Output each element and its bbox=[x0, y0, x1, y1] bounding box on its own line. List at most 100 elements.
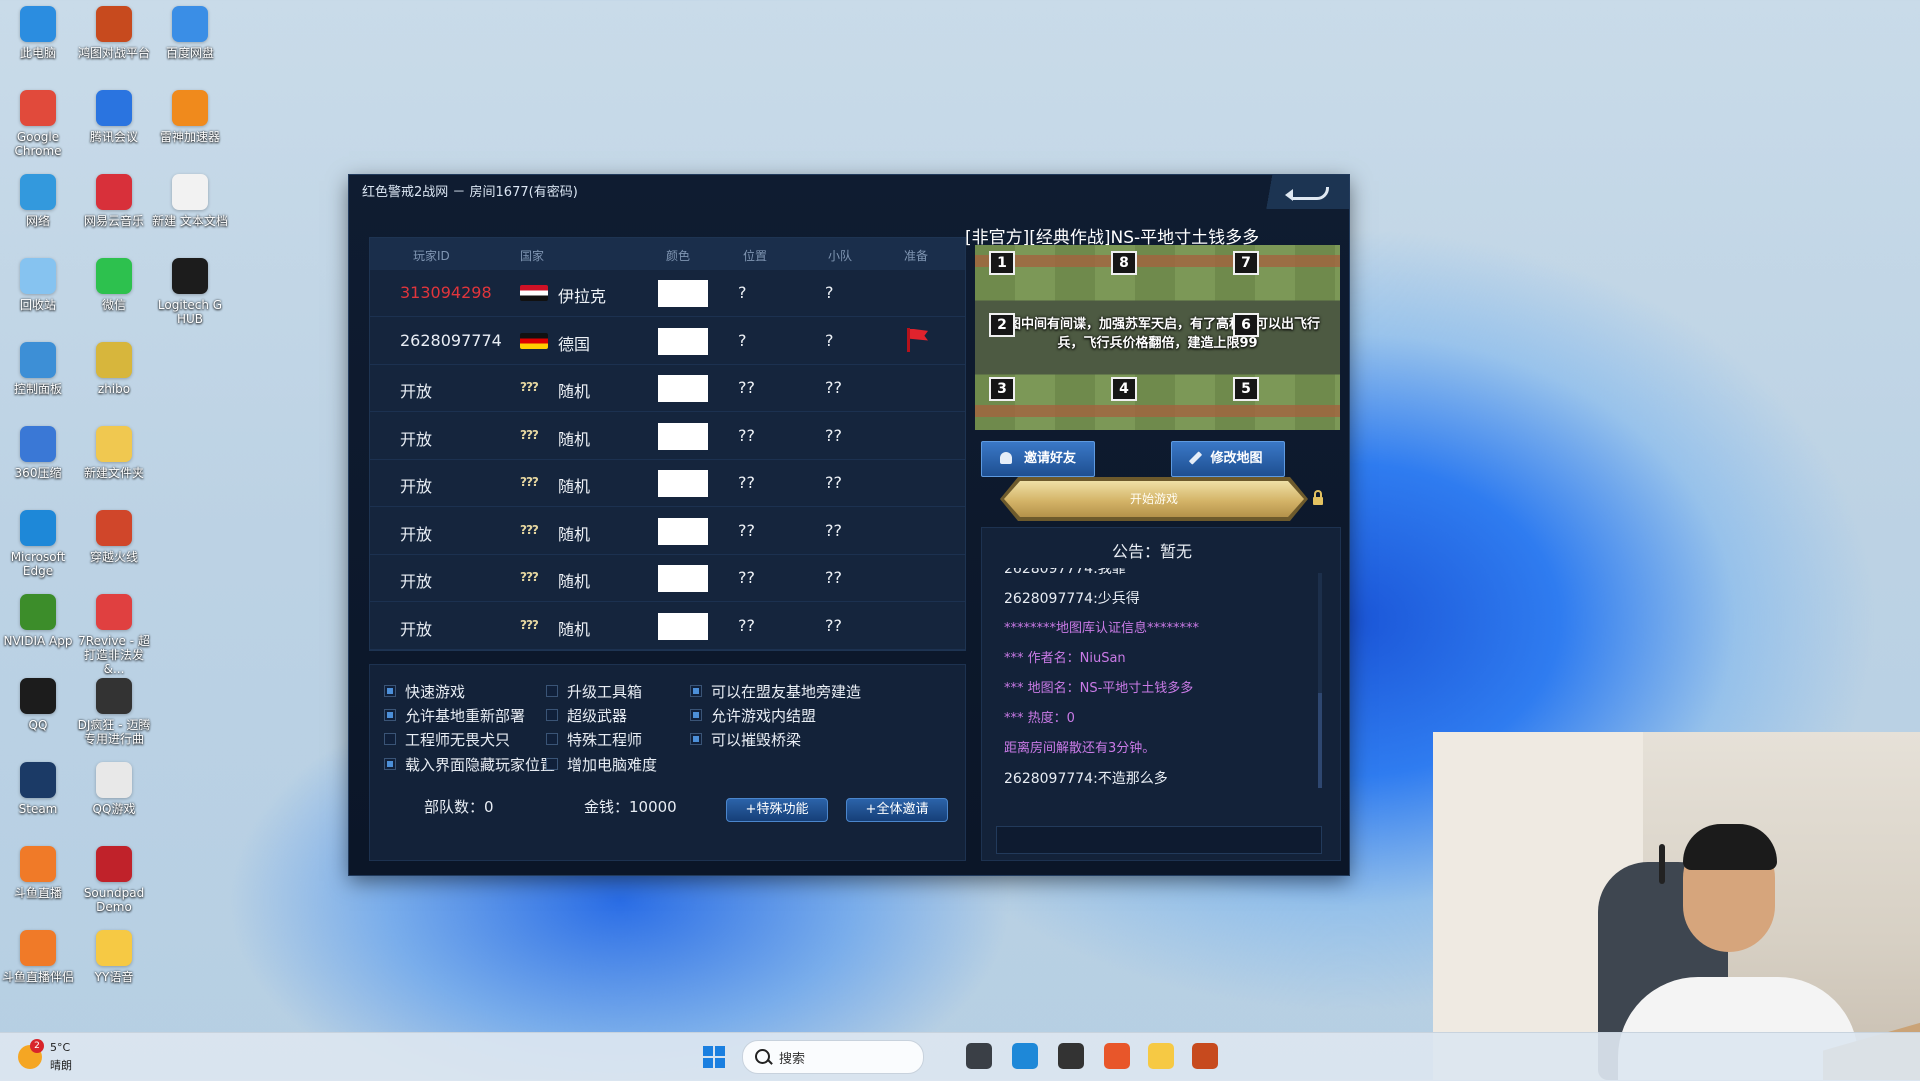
color-swatch[interactable] bbox=[658, 422, 708, 450]
desktop-icon[interactable]: 穿越火线 bbox=[76, 504, 152, 564]
desktop-icon[interactable]: QQ bbox=[0, 672, 76, 732]
color-swatch[interactable] bbox=[658, 375, 708, 402]
position-select[interactable]: ?? bbox=[738, 426, 755, 445]
table-row[interactable]: 313094298 伊拉克?? bbox=[370, 270, 965, 317]
game-platform-icon[interactable] bbox=[1192, 1043, 1218, 1069]
player-id[interactable]: 开放 bbox=[400, 521, 432, 545]
desktop-icon[interactable]: Google Chrome bbox=[0, 84, 76, 158]
chat-input[interactable] bbox=[996, 826, 1322, 854]
table-row[interactable]: 开放??? 随机???? bbox=[370, 365, 965, 412]
option-checkbox[interactable]: 可以摧毁桥梁 bbox=[690, 729, 801, 750]
color-swatch[interactable] bbox=[658, 517, 708, 545]
country-select[interactable]: 随机 bbox=[558, 473, 590, 497]
map-start-slot[interactable]: 6 bbox=[1233, 313, 1259, 337]
team-select[interactable]: ?? bbox=[825, 521, 842, 540]
edge-icon[interactable] bbox=[1012, 1043, 1038, 1069]
color-swatch[interactable] bbox=[658, 612, 708, 640]
table-row[interactable]: 开放??? 随机???? bbox=[370, 508, 965, 555]
desktop-icon[interactable]: 新建文件夹 bbox=[76, 420, 152, 480]
option-checkbox[interactable]: 可以在盟友基地旁建造 bbox=[690, 681, 861, 702]
taskbar-search[interactable]: 搜索 bbox=[742, 1040, 924, 1074]
country-select[interactable]: 随机 bbox=[558, 521, 590, 545]
desktop-icon[interactable]: QQ游戏 bbox=[76, 756, 152, 816]
player-id[interactable]: 313094298 bbox=[400, 283, 492, 302]
option-checkbox[interactable]: 快速游戏 bbox=[384, 681, 465, 702]
map-start-slot[interactable]: 7 bbox=[1233, 251, 1259, 275]
desktop-icon[interactable]: 微信 bbox=[76, 252, 152, 312]
desktop-icon[interactable]: 斗鱼直播伴侣 bbox=[0, 924, 76, 984]
invite-all-button[interactable]: +全体邀请 bbox=[846, 798, 948, 822]
desktop-icon[interactable]: DJ疯狂 - 迈腾专用进行曲 bbox=[76, 672, 152, 746]
option-checkbox[interactable]: 允许基地重新部署 bbox=[384, 705, 525, 726]
desktop-icon[interactable]: Logitech G HUB bbox=[152, 252, 228, 326]
option-checkbox[interactable]: 升级工具箱 bbox=[546, 681, 642, 702]
invite-friends-button[interactable]: 邀请好友 bbox=[981, 441, 1095, 477]
option-checkbox[interactable]: 载入界面隐藏玩家位置 bbox=[384, 754, 555, 775]
option-checkbox[interactable]: 增加电脑难度 bbox=[546, 754, 657, 775]
map-start-slot[interactable]: 2 bbox=[989, 313, 1015, 337]
desktop-icon[interactable]: YY语音 bbox=[76, 924, 152, 984]
team-select[interactable]: ?? bbox=[825, 616, 842, 635]
position-select[interactable]: ? bbox=[738, 331, 747, 350]
option-checkbox[interactable]: 特殊工程师 bbox=[546, 729, 642, 750]
desktop-icon[interactable]: 腾讯会议 bbox=[76, 84, 152, 144]
team-select[interactable]: ? bbox=[825, 331, 834, 350]
position-select[interactable]: ?? bbox=[738, 616, 755, 635]
table-row[interactable]: 2628097774 德国?? bbox=[370, 318, 965, 365]
position-select[interactable]: ?? bbox=[738, 473, 755, 492]
edit-map-button[interactable]: 修改地图 bbox=[1171, 441, 1285, 477]
position-select[interactable]: ?? bbox=[738, 568, 755, 587]
desktop-icon[interactable]: 回收站 bbox=[0, 252, 76, 312]
team-select[interactable]: ? bbox=[825, 283, 834, 302]
color-swatch[interactable] bbox=[658, 565, 708, 592]
desktop-icon[interactable]: zhibo bbox=[76, 336, 152, 396]
desktop-icon[interactable]: 鸿图对战平台 bbox=[76, 0, 152, 60]
table-row[interactable]: 开放??? 随机???? bbox=[370, 413, 965, 460]
chat-scrollbar[interactable] bbox=[1318, 573, 1322, 788]
position-select[interactable]: ?? bbox=[738, 378, 755, 397]
table-row[interactable]: 开放??? 随机???? bbox=[370, 460, 965, 507]
color-swatch[interactable] bbox=[658, 470, 708, 497]
player-id[interactable]: 开放 bbox=[400, 473, 432, 497]
country-select[interactable]: 随机 bbox=[558, 616, 590, 640]
country-select[interactable]: 德国 bbox=[558, 331, 590, 355]
country-select[interactable]: 伊拉克 bbox=[558, 283, 606, 307]
yy-icon[interactable] bbox=[1148, 1043, 1174, 1069]
option-checkbox[interactable]: 超级武器 bbox=[546, 705, 627, 726]
map-start-slot[interactable]: 1 bbox=[989, 251, 1015, 275]
player-id[interactable]: 开放 bbox=[400, 378, 432, 402]
desktop-icon[interactable]: 新建 文本文档 bbox=[152, 168, 228, 228]
task-view-icon[interactable] bbox=[966, 1043, 992, 1069]
option-checkbox[interactable]: 工程师无畏犬只 bbox=[384, 729, 510, 750]
table-row[interactable]: 开放??? 随机???? bbox=[370, 603, 965, 650]
team-select[interactable]: ?? bbox=[825, 426, 842, 445]
game-c-icon[interactable] bbox=[1104, 1043, 1130, 1069]
start-game-button[interactable]: 开始游戏 bbox=[1004, 481, 1304, 517]
desktop-icon[interactable]: 雷神加速器 bbox=[152, 84, 228, 144]
desktop-icon[interactable]: Steam bbox=[0, 756, 76, 816]
player-id[interactable]: 开放 bbox=[400, 616, 432, 640]
map-start-slot[interactable]: 8 bbox=[1111, 251, 1137, 275]
option-checkbox[interactable]: 允许游戏内结盟 bbox=[690, 705, 816, 726]
player-id[interactable]: 开放 bbox=[400, 426, 432, 450]
desktop-icon[interactable]: Microsoft Edge bbox=[0, 504, 76, 578]
player-id[interactable]: 开放 bbox=[400, 568, 432, 592]
desktop-icon[interactable]: 此电脑 bbox=[0, 0, 76, 60]
color-swatch[interactable] bbox=[658, 280, 708, 307]
team-select[interactable]: ?? bbox=[825, 473, 842, 492]
back-button[interactable] bbox=[1249, 175, 1349, 209]
desktop-icon[interactable]: Soundpad Demo bbox=[76, 840, 152, 914]
netease-music-icon[interactable] bbox=[1058, 1043, 1084, 1069]
desktop-icon[interactable]: 控制面板 bbox=[0, 336, 76, 396]
table-row[interactable]: 开放??? 随机???? bbox=[370, 555, 965, 602]
team-select[interactable]: ?? bbox=[825, 568, 842, 587]
map-start-slot[interactable]: 3 bbox=[989, 377, 1015, 401]
special-function-button[interactable]: +特殊功能 bbox=[726, 798, 828, 822]
color-swatch[interactable] bbox=[658, 327, 708, 355]
windows-start-icon[interactable] bbox=[703, 1046, 725, 1068]
desktop-icon[interactable]: 360压缩 bbox=[0, 420, 76, 480]
player-id[interactable]: 2628097774 bbox=[400, 331, 502, 350]
map-preview[interactable]: 地图中间有间谍，加强苏军天启，有了高科才可以出飞行兵，飞行兵价格翻倍，建造上限9… bbox=[975, 245, 1340, 430]
country-select[interactable]: 随机 bbox=[558, 568, 590, 592]
country-select[interactable]: 随机 bbox=[558, 378, 590, 402]
